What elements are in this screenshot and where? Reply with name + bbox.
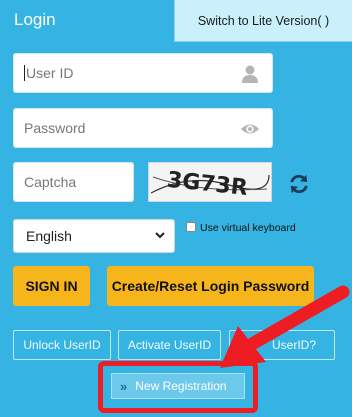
captcha-image: 3G73R — [148, 162, 272, 202]
refresh-icon[interactable] — [288, 173, 310, 195]
virtual-keyboard-label: Use virtual keyboard — [200, 222, 296, 234]
language-select[interactable]: English — [13, 219, 175, 253]
chevron-down-icon — [155, 232, 165, 239]
captcha-input[interactable]: Captcha — [13, 162, 134, 202]
switch-lite-version-tab[interactable]: Switch to Lite Version( ) — [174, 0, 352, 42]
text-caret — [24, 65, 25, 81]
language-selected: English — [26, 228, 72, 244]
virtual-keyboard-checkbox[interactable] — [186, 222, 196, 232]
userid-placeholder: User ID — [26, 65, 74, 81]
password-input[interactable]: Password — [13, 108, 273, 148]
eye-icon[interactable] — [240, 119, 260, 139]
password-placeholder: Password — [24, 120, 86, 136]
userid-input[interactable]: User ID — [13, 53, 273, 93]
user-icon — [242, 65, 258, 83]
sign-in-button[interactable]: SIGN IN — [13, 266, 90, 306]
unlock-userid-button[interactable]: Unlock UserID — [13, 330, 111, 360]
page-title: Login — [14, 10, 56, 29]
captcha-placeholder: Captcha — [24, 174, 77, 190]
red-arrow-icon — [220, 285, 350, 368]
